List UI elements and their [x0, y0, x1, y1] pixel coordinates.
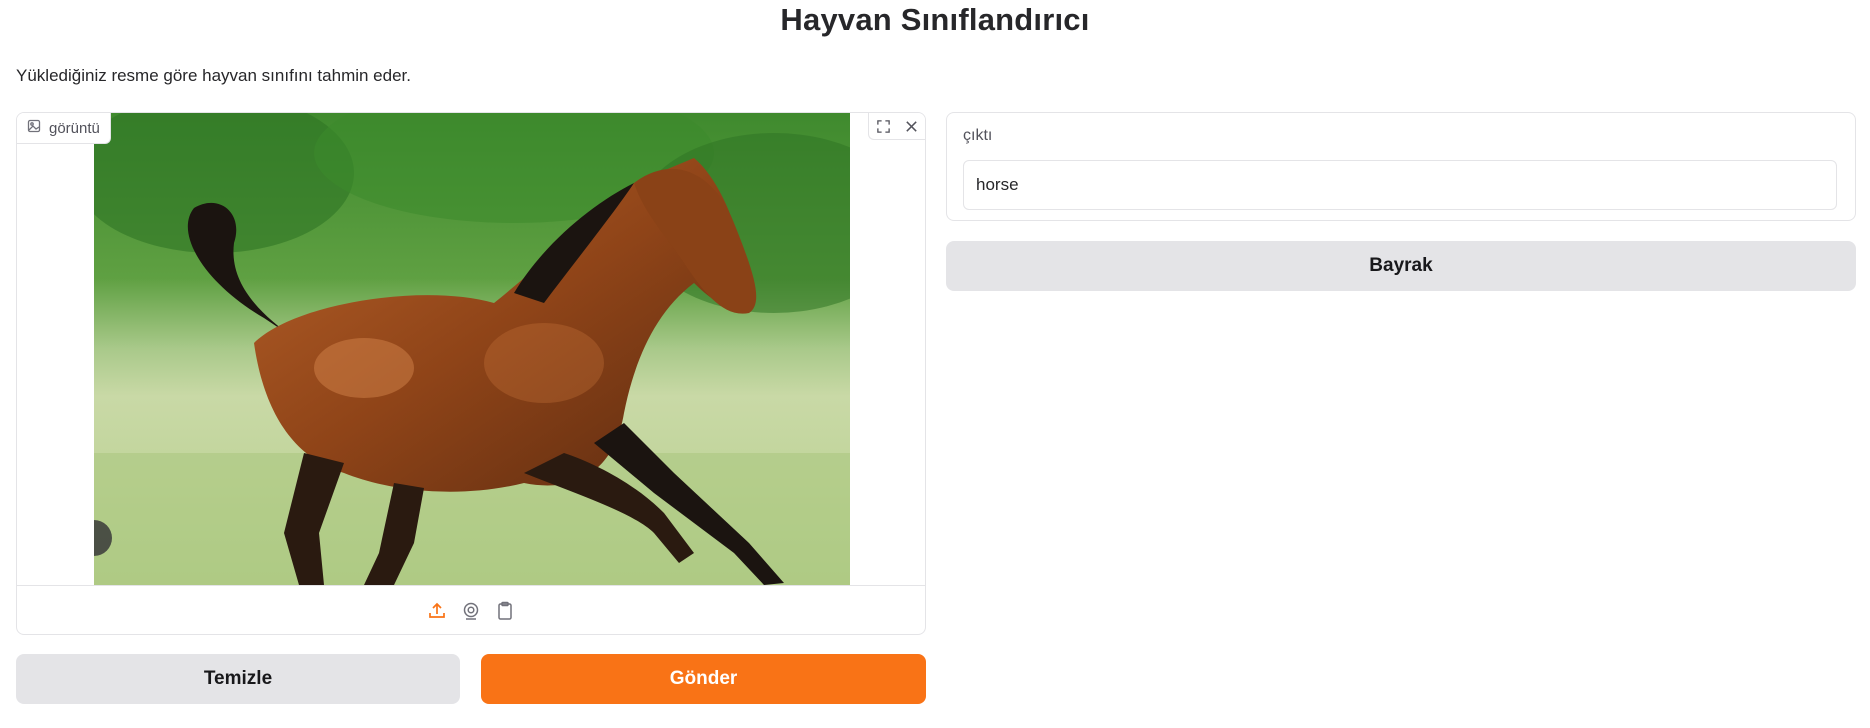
output-panel: çıktı horse	[946, 112, 1856, 221]
fullscreen-icon[interactable]	[869, 113, 897, 139]
output-textbox[interactable]: horse	[963, 160, 1837, 210]
image-input-panel[interactable]: görüntü	[16, 112, 926, 635]
page-title: Hayvan Sınıflandırıcı	[780, 2, 1090, 37]
image-input-label: görüntü	[49, 119, 100, 137]
uploaded-horse-image	[94, 113, 850, 585]
clear-button[interactable]: Temizle	[16, 654, 460, 704]
output-label: çıktı	[963, 127, 993, 144]
flag-button[interactable]: Bayrak	[946, 241, 1856, 291]
close-icon[interactable]	[897, 113, 925, 139]
webcam-icon[interactable]	[460, 600, 482, 622]
image-icon	[27, 119, 41, 137]
submit-button[interactable]: Gönder	[481, 654, 926, 704]
upload-icon[interactable]	[426, 600, 448, 622]
image-source-toolbar	[17, 585, 925, 634]
clipboard-icon[interactable]	[494, 600, 516, 622]
image-input-label-badge: görüntü	[17, 113, 111, 144]
image-toolbar	[868, 113, 925, 140]
page-description: Yüklediğiniz resme göre hayvan sınıfını …	[16, 66, 411, 85]
output-value: horse	[976, 175, 1019, 194]
